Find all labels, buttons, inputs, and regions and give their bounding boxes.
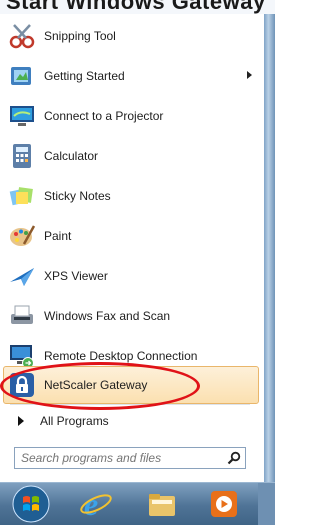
fax-scan-icon [8,302,36,330]
menu-item-sticky-notes[interactable]: Sticky Notes [4,178,258,214]
taskbar: e [0,482,275,525]
submenu-arrow-icon [247,71,252,79]
menu-item-label: XPS Viewer [44,269,108,283]
start-orb-icon[interactable] [6,483,56,525]
cropped-header-strip: Start Windows Gateway [0,0,275,14]
calculator-icon [8,142,36,170]
menu-item-calculator[interactable]: Calculator [4,138,258,174]
menu-item-paint[interactable]: Paint [4,218,258,254]
menu-item-label: Snipping Tool [44,29,116,43]
menu-item-label: Remote Desktop Connection [44,349,198,363]
menu-item-snipping-tool[interactable]: Snipping Tool [4,18,258,54]
sticky-notes-icon [8,182,36,210]
menu-item-label: Calculator [44,149,99,163]
projector-icon [8,102,36,130]
menu-item-connect-projector[interactable]: Connect to a Projector [4,98,258,134]
menu-item-label: Getting Started [44,69,125,83]
internet-explorer-icon[interactable]: e [74,483,118,525]
menu-item-label: Sticky Notes [44,189,111,203]
menu-item-label: Windows Fax and Scan [44,309,171,323]
right-triangle-icon [18,416,24,426]
menu-item-fax-scan[interactable]: Windows Fax and Scan [4,298,258,334]
menu-item-label: Paint [44,229,72,243]
paint-palette-icon [8,222,36,250]
menu-item-label: Connect to a Projector [44,109,164,123]
search-box[interactable] [14,447,246,469]
taskbar-overflow [258,483,275,525]
menu-item-getting-started[interactable]: Getting Started [4,58,258,94]
all-programs-button[interactable]: All Programs [4,410,258,432]
media-player-icon[interactable] [202,483,246,525]
getting-started-icon [8,62,36,90]
search-input[interactable] [19,450,223,466]
menu-item-netscaler-gateway[interactable]: NetScaler Gateway [3,366,259,404]
separator [10,404,250,405]
file-explorer-icon[interactable] [140,483,184,525]
all-programs-label: All Programs [40,414,109,428]
scissors-icon [8,22,36,50]
menu-item-xps-viewer[interactable]: XPS Viewer [4,258,258,294]
search-icon[interactable] [223,448,245,468]
menu-item-label: NetScaler Gateway [44,378,148,392]
cropped-header-text: Start Windows Gateway [6,0,266,14]
lock-icon [8,371,36,399]
xps-viewer-icon [8,262,36,290]
aero-glass-edge [264,14,275,482]
